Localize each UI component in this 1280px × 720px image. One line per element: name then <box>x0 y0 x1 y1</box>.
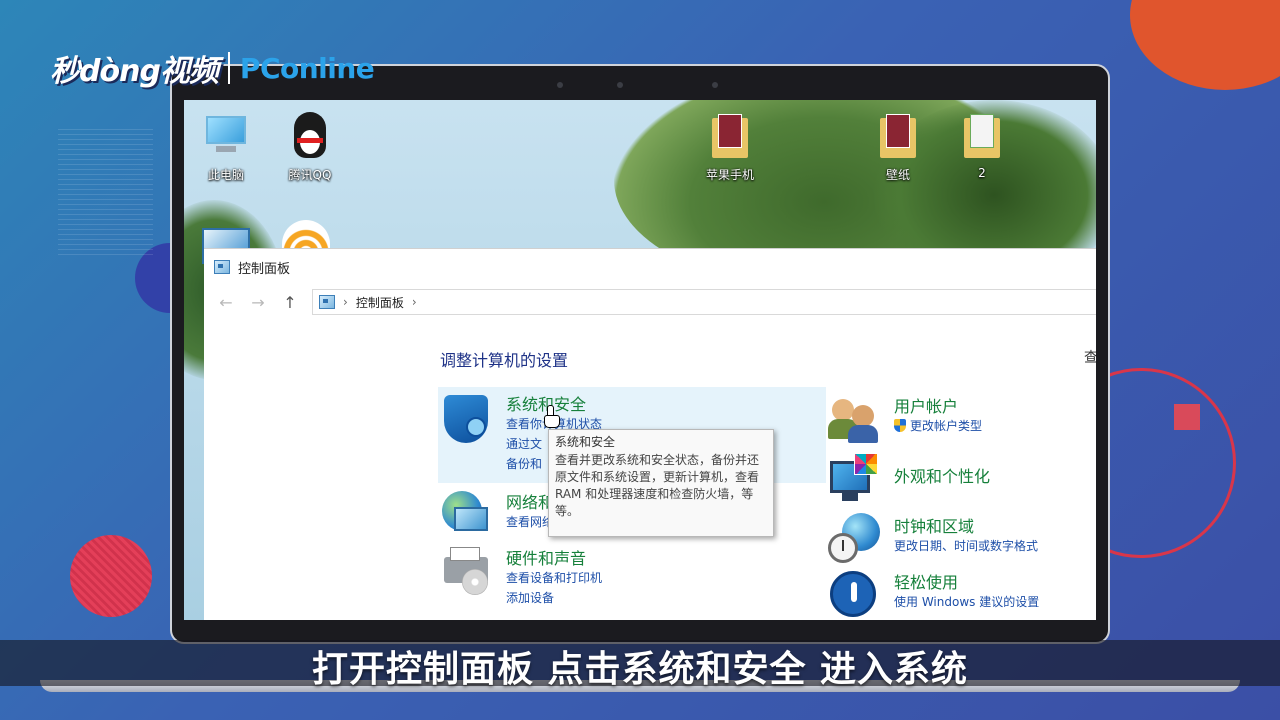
control-panel-icon <box>319 295 335 309</box>
folder-icon <box>706 112 754 162</box>
desktop-icon-label: 此电脑 <box>207 168 244 182</box>
control-panel-window: 控制面板 ← → ↑ › 控制面板 › 调整计算机的设置 查 系统和安全 查看你… <box>204 248 1096 620</box>
window-titlebar: 控制面板 <box>204 249 1096 285</box>
decorative-red-square <box>1174 404 1200 430</box>
category-user-accounts[interactable]: 用户帐户 更改帐户类型 <box>828 393 1096 443</box>
category-title[interactable]: 外观和个性化 <box>894 463 990 487</box>
category-link[interactable]: 使用 Windows 建议的设置 <box>894 593 1039 610</box>
category-title[interactable]: 轻松使用 <box>894 569 958 593</box>
decorative-lines <box>58 125 153 255</box>
desktop-icon-label: 苹果手机 <box>705 168 754 182</box>
desktop-icon-this-pc[interactable]: 此电脑 <box>188 112 264 183</box>
logo: 秒dòng视频 PConline <box>50 46 375 90</box>
back-arrow-icon[interactable]: ← <box>216 293 236 312</box>
camera-dot <box>557 82 563 88</box>
folder-icon <box>958 112 1006 162</box>
category-clock-region[interactable]: 时钟和区域 更改日期、时间或数字格式 <box>828 513 1096 563</box>
decorative-red-dot <box>70 535 152 617</box>
clock-icon <box>828 513 880 565</box>
desktop-icon-iphone-folder[interactable]: 苹果手机 <box>692 112 768 183</box>
category-title[interactable]: 用户帐户 <box>894 393 958 417</box>
forward-arrow-icon[interactable]: → <box>248 293 268 312</box>
category-link[interactable]: 备份和 <box>506 455 542 472</box>
tooltip-body: 查看并更改系统和安全状态，备份并还原文件和系统设置，更新计算机，查看 RAM 和… <box>555 453 760 518</box>
qq-penguin-icon <box>286 112 334 162</box>
breadcrumb-control-panel[interactable]: 控制面板 <box>356 294 404 311</box>
shield-icon <box>440 391 492 443</box>
page-title: 调整计算机的设置 <box>440 351 569 370</box>
chevron-right-icon[interactable]: › <box>343 295 348 309</box>
category-link[interactable]: 更改帐户类型 <box>894 417 982 434</box>
category-appearance[interactable]: 外观和个性化 <box>828 453 1096 503</box>
category-link[interactable]: 添加设备 <box>506 589 554 606</box>
users-icon <box>828 393 880 445</box>
category-link[interactable]: 查看设备和打印机 <box>506 569 602 586</box>
network-icon <box>440 489 492 541</box>
decorative-orange-circle <box>1130 0 1280 90</box>
desktop-icon-label: 壁纸 <box>885 168 910 182</box>
navigation-bar: ← → ↑ › 控制面板 › <box>204 285 1096 319</box>
logo-miaodong: 秒dòng视频 <box>50 54 219 89</box>
appearance-icon <box>828 453 880 505</box>
camera-dot <box>617 82 623 88</box>
control-panel-icon <box>214 260 230 274</box>
category-hardware-sound[interactable]: 硬件和声音 查看设备和打印机 添加设备 <box>440 545 820 605</box>
hand-cursor-icon <box>544 405 560 428</box>
tooltip: 系统和安全 查看并更改系统和安全状态，备份并还原文件和系统设置，更新计算机，查看… <box>548 429 774 537</box>
category-link[interactable]: 更改日期、时间或数字格式 <box>894 537 1038 554</box>
view-by-label[interactable]: 查 <box>1084 347 1096 367</box>
chevron-right-icon[interactable]: › <box>412 295 417 309</box>
folder-icon <box>874 112 922 162</box>
window-title: 控制面板 <box>238 261 291 277</box>
desktop-screen: 此电脑 腾讯QQ 苹果手机 壁纸 2 控制面板 ← → ↑ › 控制面板 › 调… <box>184 100 1096 620</box>
camera-dot <box>712 82 718 88</box>
desktop-icon-qq[interactable]: 腾讯QQ <box>272 112 348 183</box>
category-title[interactable]: 时钟和区域 <box>894 513 974 537</box>
control-panel-content: 调整计算机的设置 查 系统和安全 查看你计算机状态 通过文 备份和 网络和 In… <box>204 319 1096 620</box>
desktop-icon-label: 腾讯QQ <box>288 168 332 182</box>
laptop-frame: 此电脑 腾讯QQ 苹果手机 壁纸 2 控制面板 ← → ↑ › 控制面板 › 调… <box>170 64 1110 644</box>
address-bar[interactable]: › 控制面板 › <box>312 289 1096 315</box>
category-title[interactable]: 硬件和声音 <box>506 545 586 569</box>
desktop-icon-label: 2 <box>978 166 986 180</box>
ease-of-access-icon <box>828 569 880 620</box>
printer-icon <box>440 545 492 597</box>
desktop-icon-wallpaper-folder[interactable]: 壁纸 <box>860 112 936 183</box>
category-ease-of-access[interactable]: 轻松使用 使用 Windows 建议的设置 <box>828 569 1096 619</box>
uac-shield-icon <box>894 419 906 432</box>
desktop-icon-2-folder[interactable]: 2 <box>944 112 1020 180</box>
tooltip-title: 系统和安全 <box>555 435 616 449</box>
category-link-text[interactable]: 更改帐户类型 <box>910 419 982 433</box>
category-link[interactable]: 通过文 <box>506 435 542 452</box>
logo-pconline: PConline <box>239 51 375 85</box>
logo-divider <box>227 52 230 84</box>
computer-icon <box>202 112 250 162</box>
up-arrow-icon[interactable]: ↑ <box>280 293 300 312</box>
video-subtitle: 打开控制面板 点击系统和安全 进入系统 <box>311 649 969 690</box>
